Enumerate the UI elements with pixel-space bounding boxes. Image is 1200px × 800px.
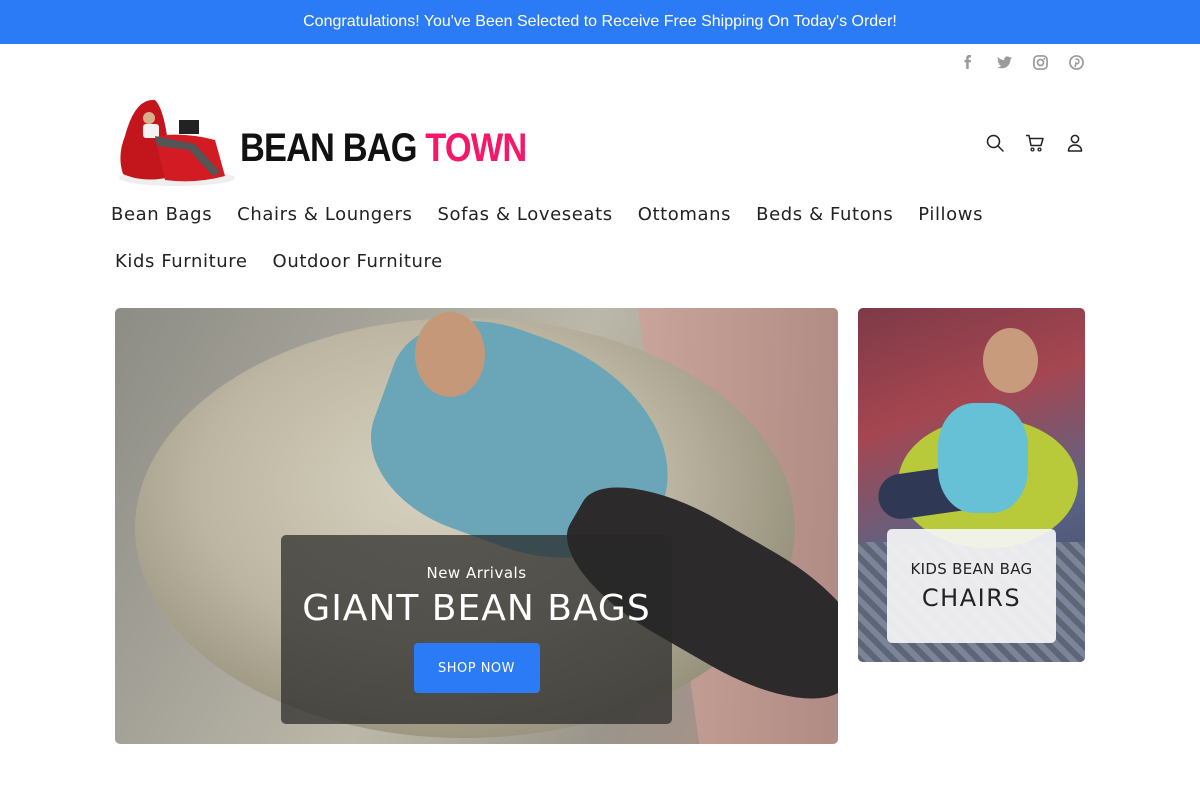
- side-image-kid-head: [983, 328, 1038, 393]
- side-banner-line2: CHAIRS: [921, 584, 1022, 612]
- nav-item-bean-bags[interactable]: Bean Bags: [111, 204, 212, 225]
- site-logo[interactable]: BEAN BAG TOWN: [115, 96, 527, 188]
- nav-item-outdoor-furniture[interactable]: Outdoor Furniture: [273, 251, 443, 272]
- side-banner-line1: KIDS BEAN BAG: [910, 560, 1033, 578]
- facebook-icon[interactable]: [958, 52, 978, 72]
- cart-icon[interactable]: [1024, 132, 1046, 154]
- nav-item-chairs-loungers[interactable]: Chairs & Loungers: [237, 204, 412, 225]
- hero-headline: GIANT BEAN BAGS: [302, 588, 651, 629]
- hero-overlay-panel: New Arrivals GIANT BEAN BAGS SHOP NOW: [281, 535, 672, 724]
- side-banner-label[interactable]: KIDS BEAN BAG CHAIRS: [887, 529, 1056, 643]
- twitter-icon[interactable]: [994, 52, 1014, 72]
- nav-item-kids-furniture[interactable]: Kids Furniture: [115, 251, 248, 272]
- social-links: [958, 52, 1086, 72]
- side-banner-kids-chairs[interactable]: KIDS BEAN BAG CHAIRS: [858, 308, 1085, 662]
- logo-text-black: BEAN BAG: [240, 125, 426, 170]
- nav-item-pillows[interactable]: Pillows: [918, 204, 983, 225]
- pinterest-icon[interactable]: [1066, 52, 1086, 72]
- main-navigation: Bean Bags Chairs & Loungers Sofas & Love…: [111, 198, 1071, 277]
- hero-banner-giant-bean-bags[interactable]: New Arrivals GIANT BEAN BAGS SHOP NOW: [115, 308, 838, 744]
- nav-item-sofas-loveseats[interactable]: Sofas & Loveseats: [437, 204, 612, 225]
- logo-wordmark: BEAN BAG TOWN: [240, 125, 527, 171]
- header-actions: [984, 132, 1086, 154]
- shop-now-button[interactable]: SHOP NOW: [413, 643, 540, 693]
- side-image-kid: [938, 403, 1028, 513]
- nav-row: Kids Furniture Outdoor Furniture: [111, 245, 1071, 277]
- nav-item-ottomans[interactable]: Ottomans: [638, 204, 731, 225]
- nav-item-beds-futons[interactable]: Beds & Futons: [756, 204, 893, 225]
- announcement-text: Congratulations! You've Been Selected to…: [303, 13, 897, 30]
- hero-image-person-head: [415, 312, 485, 397]
- nav-row: Bean Bags Chairs & Loungers Sofas & Love…: [111, 198, 1071, 230]
- account-icon[interactable]: [1064, 132, 1086, 154]
- announcement-bar: Congratulations! You've Been Selected to…: [0, 0, 1200, 44]
- logo-text-pink: TOWN: [425, 125, 527, 170]
- logo-beanbag-icon: [119, 99, 235, 186]
- hero-eyebrow: New Arrivals: [426, 564, 527, 582]
- search-icon[interactable]: [984, 132, 1006, 154]
- instagram-icon[interactable]: [1030, 52, 1050, 72]
